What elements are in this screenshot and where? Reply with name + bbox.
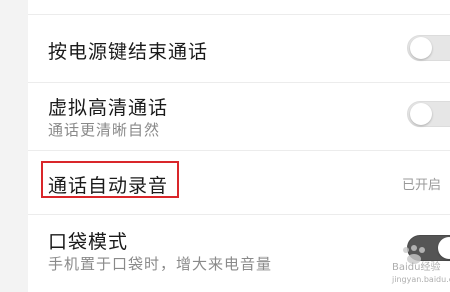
setting-virtual-hd-call[interactable]: 虚拟高清通话 通话更清晰自然 bbox=[28, 83, 450, 150]
power-key-end-call-toggle[interactable] bbox=[407, 35, 450, 61]
virtual-hd-call-toggle[interactable] bbox=[407, 101, 450, 127]
watermark-url: jingyan.baidu.com bbox=[392, 275, 450, 284]
setting-title: 虚拟高清通话 bbox=[48, 97, 169, 119]
toggle-knob bbox=[410, 37, 432, 59]
toggle-knob bbox=[410, 103, 432, 125]
settings-screen: 按电源键结束通话 虚拟高清通话 通话更清晰自然 通话自动录音 已开启 口袋模式 … bbox=[0, 0, 450, 292]
setting-subtitle: 通话更清晰自然 bbox=[48, 121, 161, 139]
setting-title: 按电源键结束通话 bbox=[48, 41, 209, 63]
toggle-knob bbox=[438, 237, 450, 259]
settings-list: 按电源键结束通话 虚拟高清通话 通话更清晰自然 通话自动录音 已开启 口袋模式 … bbox=[28, 0, 450, 292]
status-text: 已开启 bbox=[402, 178, 442, 193]
setting-pocket-mode[interactable]: 口袋模式 手机置于口袋时，增大来电音量 bbox=[28, 215, 450, 292]
watermark: Baidu经验 jingyan.baidu.com bbox=[392, 262, 450, 292]
highlight-annotation-box bbox=[41, 161, 179, 198]
setting-subtitle: 手机置于口袋时，增大来电音量 bbox=[48, 255, 273, 273]
setting-title: 口袋模式 bbox=[48, 231, 129, 253]
setting-power-key-end-call[interactable]: 按电源键结束通话 bbox=[28, 15, 450, 82]
watermark-brand: Baidu经验 bbox=[392, 262, 441, 273]
